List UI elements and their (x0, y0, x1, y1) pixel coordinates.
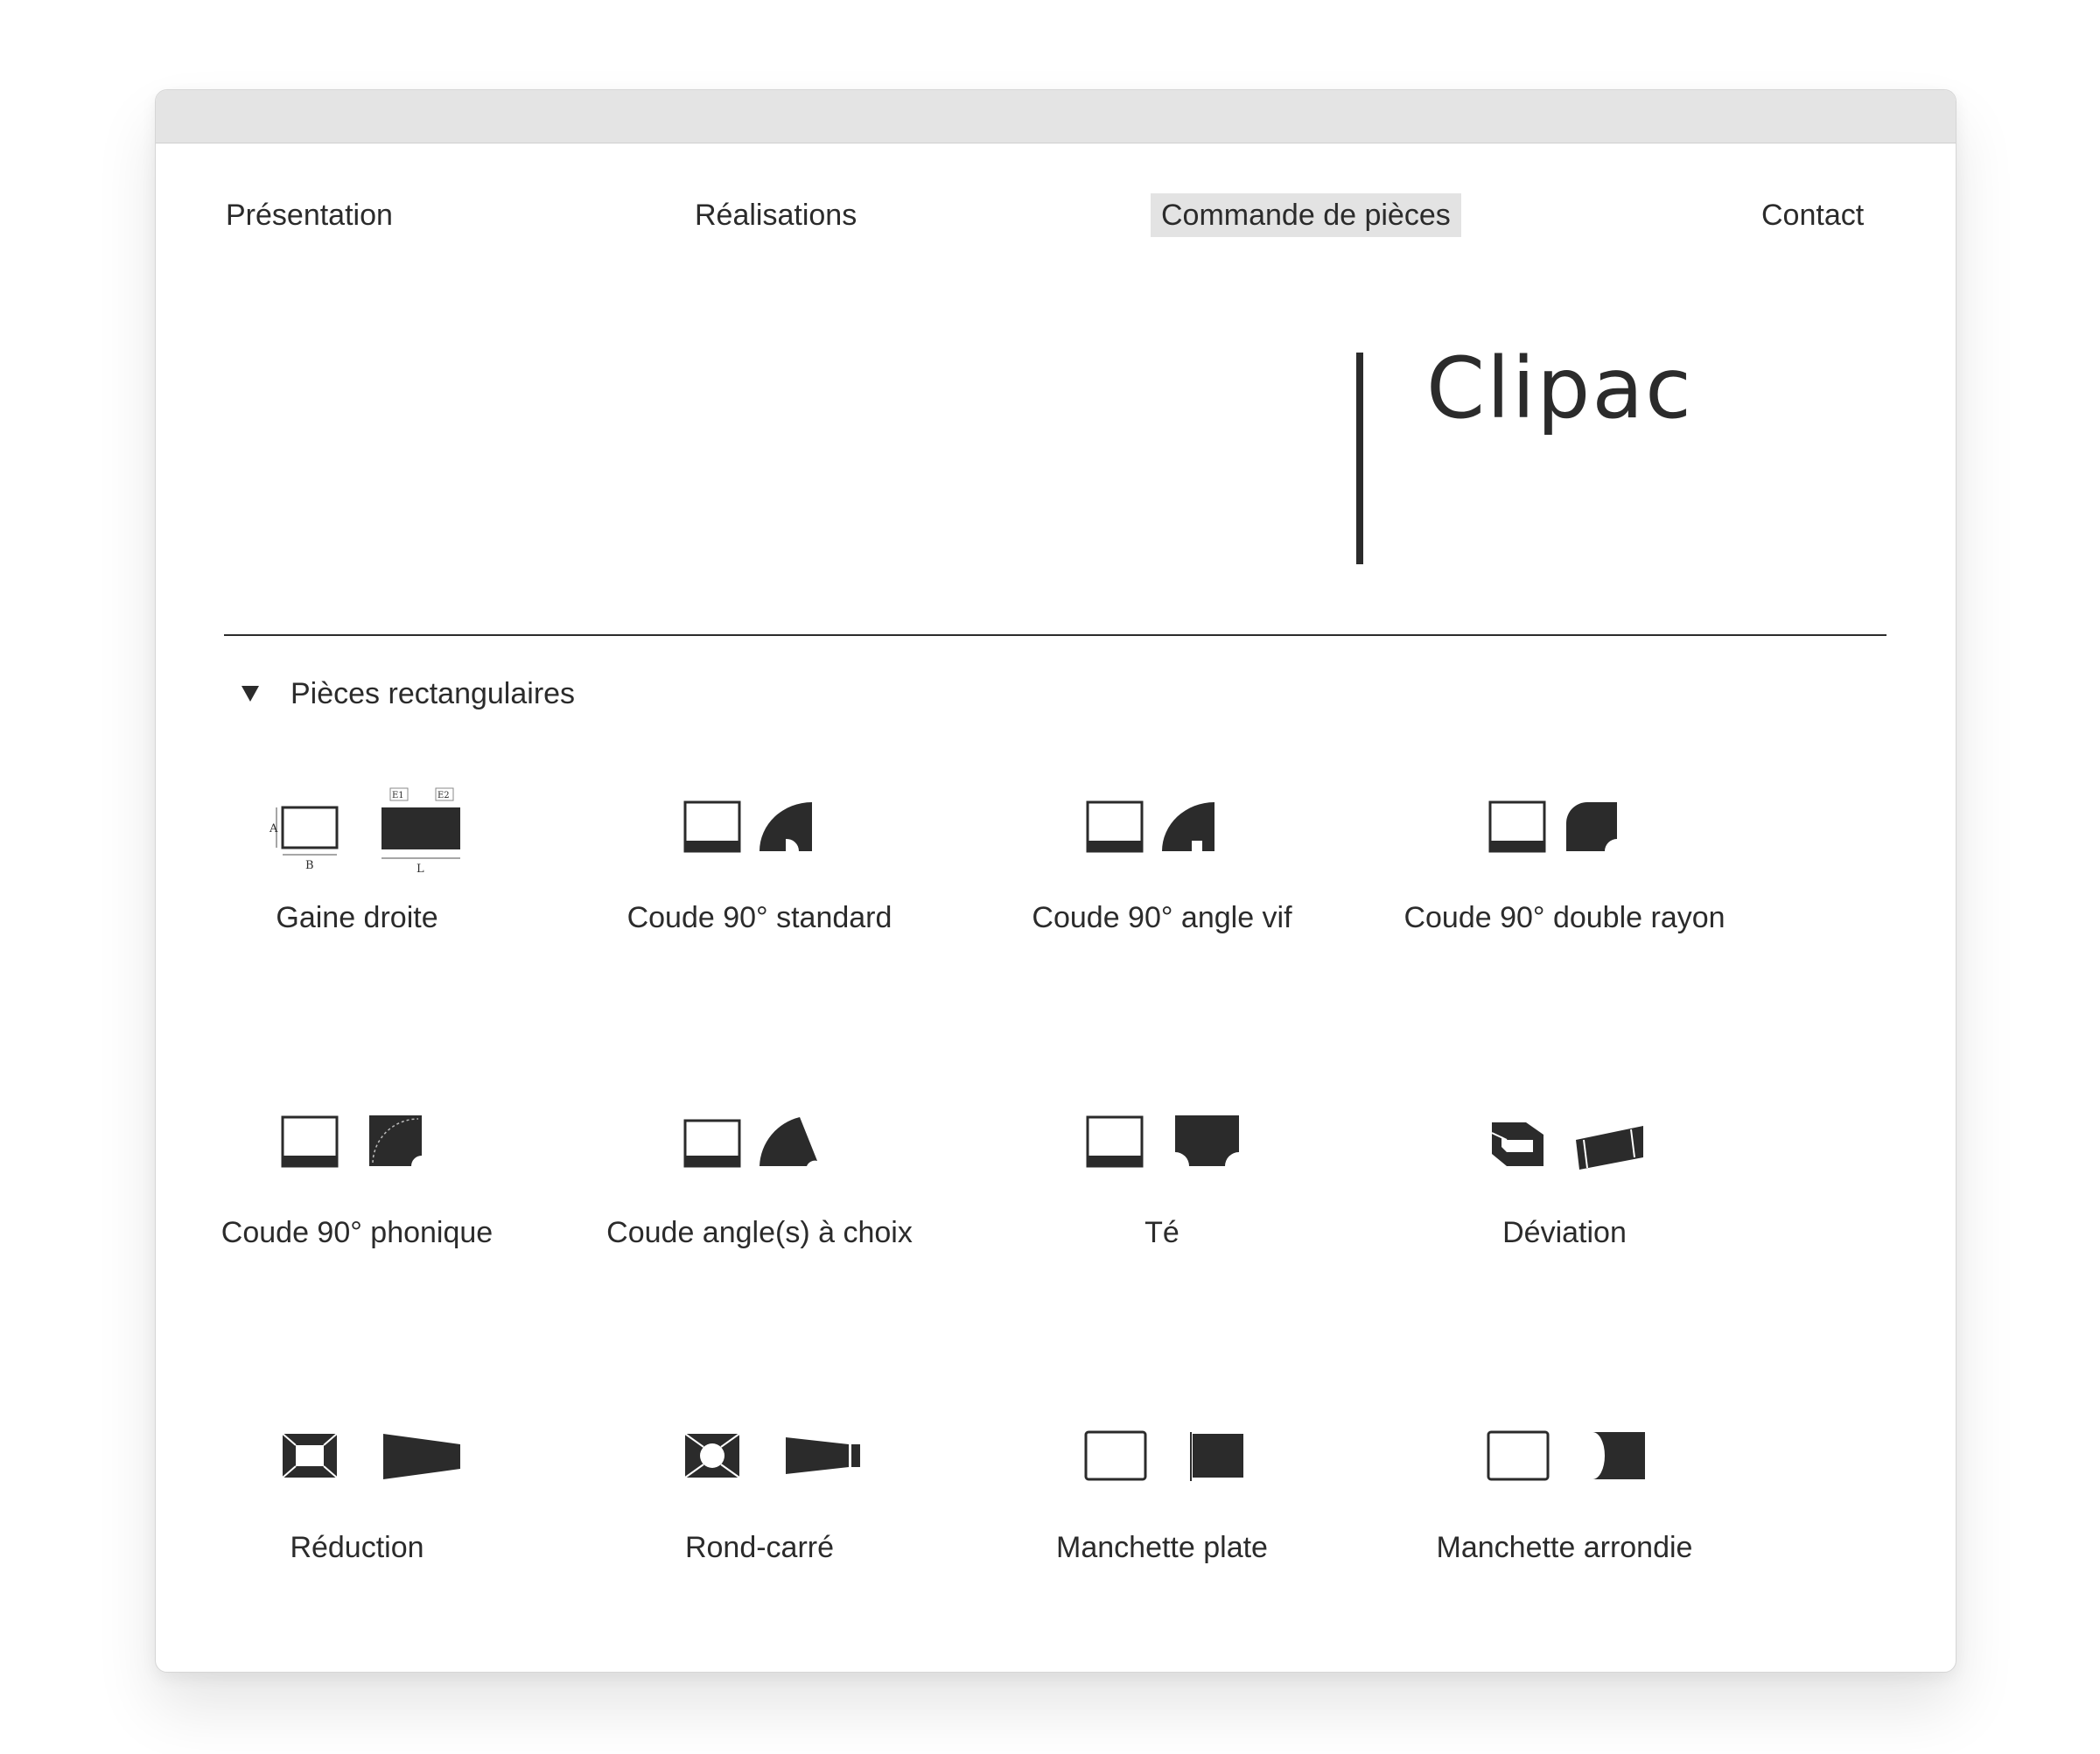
svg-text:A: A (269, 822, 278, 835)
svg-text:E1: E1 (392, 791, 404, 800)
gaine-droite-icon: A B E1 E2 L (269, 787, 460, 876)
manchette-plate-icon (1084, 1430, 1243, 1481)
svg-text:E2: E2 (438, 791, 450, 800)
part-gaine-droite[interactable]: A B E1 E2 L Gaine droite (191, 781, 523, 939)
section-toggle-pieces-rectangulaires[interactable]: Pièces rectangulaires (242, 667, 575, 720)
nav-item-contact[interactable]: Contact (1751, 193, 1874, 237)
reduction-icon (282, 1433, 460, 1479)
part-te[interactable]: Té (996, 1096, 1328, 1254)
part-label: Gaine droite (276, 901, 438, 934)
part-manchette-arrondie[interactable]: Manchette arrondie (1398, 1411, 1731, 1569)
nav-item-commande-de-pieces[interactable]: Commande de pièces (1151, 193, 1461, 237)
part-deviation[interactable]: Déviation (1398, 1096, 1731, 1254)
part-reduction[interactable]: Réduction (191, 1411, 523, 1569)
part-label: Déviation (1502, 1216, 1627, 1249)
manchette-arrondie-icon (1487, 1430, 1645, 1481)
part-label: Coude angle(s) à choix (606, 1216, 913, 1249)
part-label: Té (1144, 1216, 1180, 1249)
svg-text:L: L (416, 863, 424, 876)
rond-carre-icon (684, 1433, 860, 1478)
part-coude-90-double-rayon[interactable]: Coude 90° double rayon (1398, 781, 1731, 939)
part-label: Coude 90° standard (626, 901, 892, 934)
nav-item-presentation[interactable]: Présentation (215, 193, 403, 237)
part-rond-carre[interactable]: Rond-carré (593, 1411, 926, 1569)
brand-title: Clipac (1426, 339, 1693, 437)
part-label: Manchette arrondie (1436, 1531, 1693, 1564)
part-coude-90-standard[interactable]: Coude 90° standard (593, 781, 926, 939)
section-divider (224, 634, 1886, 636)
window-titlebar (156, 90, 1956, 143)
part-label: Réduction (290, 1531, 424, 1564)
part-label: Manchette plate (1056, 1531, 1268, 1564)
part-manchette-plate[interactable]: Manchette plate (996, 1411, 1328, 1569)
part-label: Coude 90° phonique (220, 1216, 494, 1249)
coude-angle-choix-icon (683, 1117, 817, 1168)
part-coude-angle-choix[interactable]: Coude angle(s) à choix (593, 1096, 926, 1254)
part-label: Coude 90° angle vif (1032, 901, 1292, 934)
coude-90-standard-icon (683, 800, 812, 853)
svg-text:B: B (305, 859, 314, 872)
main-nav: Présentation Réalisations Commande de pi… (156, 193, 1956, 246)
nav-item-realisations[interactable]: Réalisations (684, 193, 867, 237)
brand-accent-bar (1356, 353, 1363, 564)
part-label: Rond-carré (684, 1531, 835, 1564)
coude-90-phonique-icon (281, 1115, 422, 1168)
coude-90-double-rayon-icon (1488, 800, 1617, 853)
part-coude-90-angle-vif[interactable]: Coude 90° angle vif (996, 781, 1328, 939)
part-coude-90-phonique[interactable]: Coude 90° phonique (191, 1096, 523, 1254)
browser-window: Présentation Réalisations Commande de pi… (155, 89, 1956, 1673)
coude-90-angle-vif-icon (1086, 800, 1214, 853)
te-icon (1086, 1115, 1239, 1168)
caret-down-icon (242, 686, 259, 702)
deviation-icon (1491, 1122, 1643, 1170)
part-label: Coude 90° double rayon (1404, 901, 1726, 934)
section-title: Pièces rectangulaires (290, 676, 576, 710)
